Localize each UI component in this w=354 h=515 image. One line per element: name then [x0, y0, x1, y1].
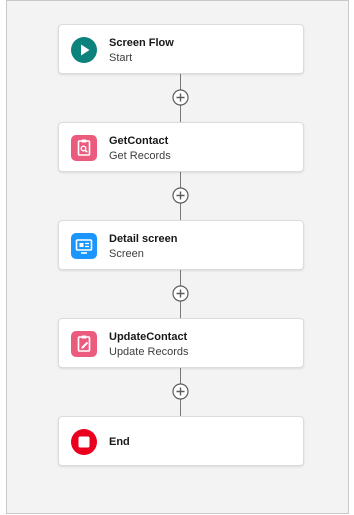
node-title: End: [109, 436, 130, 448]
record-update-icon: [71, 331, 97, 357]
flow-node-end[interactable]: End: [58, 416, 304, 466]
flow-node-screen[interactable]: Detail screen Screen: [58, 220, 304, 270]
add-element-button[interactable]: [172, 187, 189, 204]
play-icon: [71, 37, 97, 63]
node-subtitle: Get Records: [109, 150, 171, 162]
flow-node-get-records[interactable]: GetContact Get Records: [58, 122, 304, 172]
node-subtitle: Start: [109, 52, 133, 64]
record-lookup-icon: [71, 135, 97, 161]
add-element-button[interactable]: [172, 89, 189, 106]
add-element-button[interactable]: [172, 285, 189, 302]
node-title: UpdateContact: [109, 331, 188, 343]
node-subtitle: Update Records: [109, 346, 189, 358]
node-subtitle: Screen: [109, 248, 144, 260]
node-title: Screen Flow: [109, 37, 174, 49]
node-title: Detail screen: [109, 233, 178, 245]
flow-node-start[interactable]: Screen Flow Start: [58, 24, 304, 74]
flow-node-update-records[interactable]: UpdateContact Update Records: [58, 318, 304, 368]
screen-icon: [71, 233, 97, 259]
add-element-button[interactable]: [172, 383, 189, 400]
stop-icon: [71, 429, 97, 455]
node-title: GetContact: [109, 135, 169, 147]
